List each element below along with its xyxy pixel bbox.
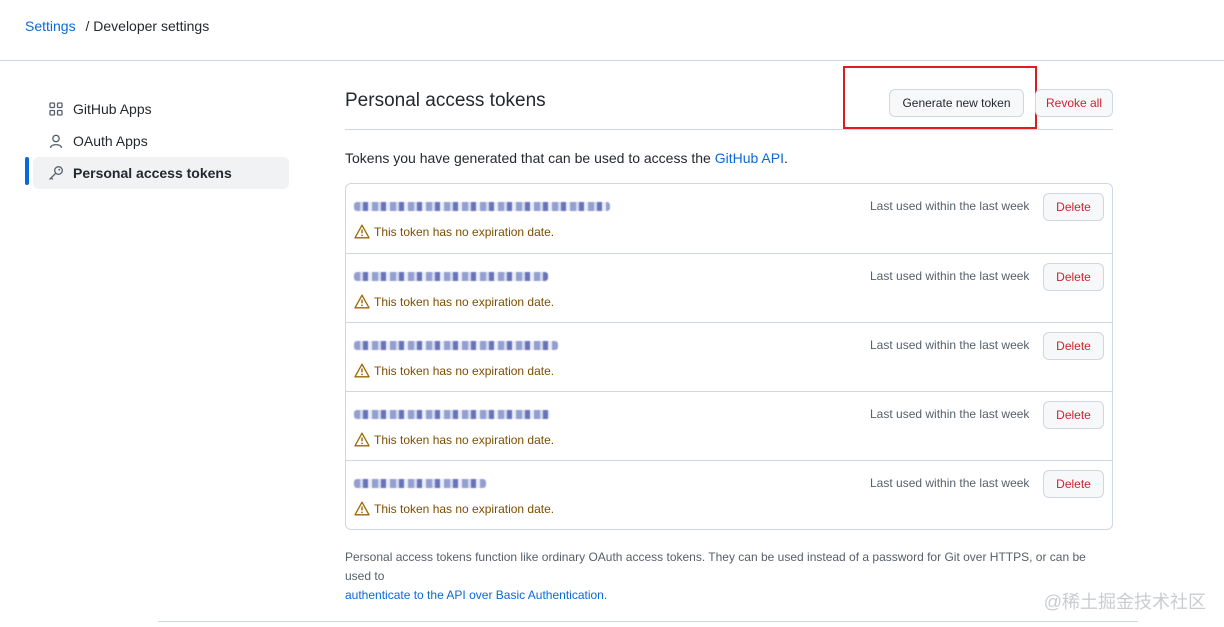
footnote-text: Personal access tokens function like ord… [345,550,1086,583]
token-row: This token has no expiration date. Last … [346,184,1112,253]
footnote: Personal access tokens function like ord… [345,548,1113,605]
warning-text: This token has no expiration date. [374,432,555,447]
token-name-redacted [354,272,548,281]
alert-icon [354,363,370,378]
breadcrumb: Settings / Developer settings [25,18,209,34]
token-name-redacted [354,410,550,419]
breadcrumb-current: Developer settings [93,18,210,34]
warning-text: This token has no expiration date. [374,501,555,516]
key-icon [48,165,64,181]
last-used-text: Last used within the last week [870,269,1030,283]
delete-token-button[interactable]: Delete [1043,332,1104,360]
top-bar: Settings / Developer settings [0,0,1224,61]
delete-token-button[interactable]: Delete [1043,470,1104,498]
delete-token-button[interactable]: Delete [1043,193,1104,221]
alert-icon [354,294,370,309]
token-name-redacted [354,479,486,488]
token-row: This token has no expiration date. Last … [346,322,1112,391]
bottom-divider [158,621,1138,622]
title-row: Personal access tokens Generate new toke… [345,66,1113,130]
delete-token-button[interactable]: Delete [1043,263,1104,291]
main-content: Personal access tokens Generate new toke… [345,66,1113,605]
sidebar-item-label: GitHub Apps [73,101,152,117]
warning-text: This token has no expiration date. [374,363,555,378]
sidebar-item-personal-access-tokens[interactable]: Personal access tokens [33,157,289,189]
generate-new-token-button[interactable]: Generate new token [889,89,1024,117]
apps-grid-icon [48,101,64,117]
warning-text: This token has no expiration date. [374,224,555,239]
github-api-link[interactable]: GitHub API [715,150,784,166]
token-name-redacted [354,341,558,350]
active-indicator [25,157,29,185]
alert-icon [354,432,370,447]
revoke-all-button[interactable]: Revoke all [1035,89,1113,117]
token-name-redacted [354,202,610,211]
description-text: Tokens you have generated that can be us… [345,150,715,166]
footnote-suffix: . [603,588,608,602]
person-icon [48,133,64,149]
breadcrumb-settings-link[interactable]: Settings [25,18,76,34]
token-row: This token has no expiration date. Last … [346,391,1112,460]
sidebar-item-oauth-apps[interactable]: OAuth Apps [33,125,289,157]
description-suffix: . [783,150,788,166]
tokens-description: Tokens you have generated that can be us… [345,150,1113,166]
watermark: @稀土掘金技术社区 [1043,592,1206,612]
last-used-text: Last used within the last week [870,476,1030,490]
token-warning: This token has no expiration date. [354,363,554,378]
token-warning: This token has no expiration date. [354,501,554,516]
warning-text: This token has no expiration date. [374,294,555,309]
page-title: Personal access tokens [345,90,546,111]
token-warning: This token has no expiration date. [354,224,554,239]
sidebar-item-label: OAuth Apps [73,133,148,149]
last-used-text: Last used within the last week [870,407,1030,421]
last-used-text: Last used within the last week [870,338,1030,352]
token-warning: This token has no expiration date. [354,294,554,309]
last-used-text: Last used within the last week [870,199,1030,213]
breadcrumb-separator: / [85,18,90,34]
alert-icon [354,501,370,516]
token-row: This token has no expiration date. Last … [346,460,1112,529]
basic-auth-link[interactable]: authenticate to the API over Basic Authe… [345,588,604,602]
sidebar: GitHub Apps OAuth Apps Personal access t… [25,93,289,189]
token-list: This token has no expiration date. Last … [345,183,1113,530]
sidebar-item-label: Personal access tokens [73,165,232,181]
delete-token-button[interactable]: Delete [1043,401,1104,429]
sidebar-item-github-apps[interactable]: GitHub Apps [33,93,289,125]
alert-icon [354,224,370,239]
token-row: This token has no expiration date. Last … [346,253,1112,322]
token-warning: This token has no expiration date. [354,432,554,447]
